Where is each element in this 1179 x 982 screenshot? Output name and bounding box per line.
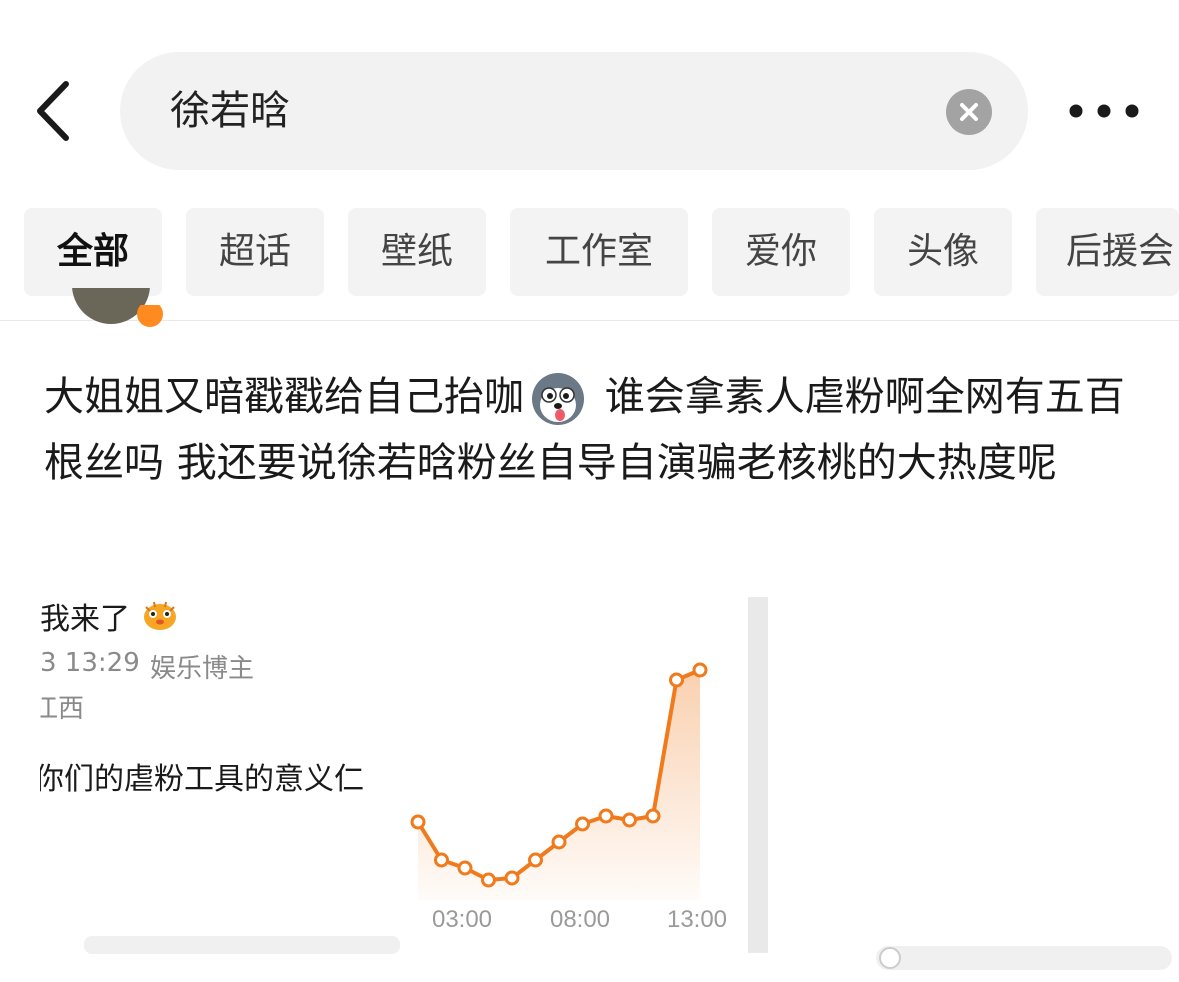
tab-love-you[interactable]: 爱你 bbox=[712, 208, 850, 296]
tab-avatar[interactable]: 头像 bbox=[874, 208, 1012, 296]
chart-point bbox=[551, 834, 567, 850]
husky-emoji-icon bbox=[532, 373, 584, 425]
search-input[interactable]: 徐若晗 bbox=[170, 52, 290, 170]
search-bar[interactable]: 徐若晗 bbox=[120, 52, 1028, 170]
embedded-screenshot: 我来了 3 13:29 娱乐博主 江西 你们的虐粉工具的意义仁 bbox=[40, 590, 410, 962]
clear-search-button[interactable] bbox=[946, 89, 992, 135]
chart-point bbox=[622, 812, 637, 828]
embed-location: 江西 bbox=[40, 694, 85, 724]
embed-post-title: 我来了 bbox=[40, 594, 180, 638]
chart-point bbox=[504, 870, 520, 886]
embed-post-body: 你们的虐粉工具的意义仁 bbox=[40, 762, 364, 797]
verified-badge-icon bbox=[137, 305, 163, 327]
more-dots-icon bbox=[1069, 104, 1139, 118]
embed-account-type: 娱乐博主 bbox=[150, 654, 255, 684]
chart-point bbox=[457, 860, 473, 876]
chart-point bbox=[598, 808, 614, 824]
tab-all[interactable]: 全部 bbox=[24, 208, 162, 296]
chart-point bbox=[434, 852, 449, 868]
close-icon bbox=[960, 103, 978, 121]
chart-x-tick-label: 03:00 bbox=[432, 906, 492, 933]
tab-super-topic[interactable]: 超话 bbox=[186, 208, 324, 296]
chevron-left-icon bbox=[37, 81, 69, 141]
chart-point bbox=[528, 852, 543, 868]
embed-bottom-bar bbox=[84, 936, 400, 954]
post-text-part1: 大姐姐又暗戳戳给自己抬咖 bbox=[44, 374, 524, 420]
chart-point bbox=[645, 808, 661, 824]
tab-divider bbox=[0, 320, 1179, 321]
watermark-icon bbox=[876, 946, 1172, 970]
chart-x-tick-label: 08:00 bbox=[550, 906, 610, 933]
post-content: 大姐姐又暗戳戳给自己抬咖 谁会拿素人虐粉啊全网有五百根丝吗 我还要说徐若晗粉丝自… bbox=[44, 364, 1144, 496]
chart-point bbox=[410, 814, 426, 830]
back-button[interactable] bbox=[30, 76, 80, 146]
tab-fan-club[interactable]: 后援会 bbox=[1036, 208, 1179, 296]
chart-point bbox=[481, 872, 496, 888]
trend-chart: 03:00 08:00 13:00 bbox=[410, 662, 727, 933]
embed-post-time: 3 13:29 bbox=[40, 648, 140, 678]
tab-wallpaper[interactable]: 壁纸 bbox=[348, 208, 486, 296]
tab-studio[interactable]: 工作室 bbox=[510, 208, 688, 296]
more-options-button[interactable] bbox=[1066, 95, 1142, 127]
chart-x-tick-label: 13:00 bbox=[667, 906, 727, 933]
chart-point bbox=[669, 672, 684, 688]
pufferfish-emoji-icon bbox=[143, 601, 176, 630]
chart-scrollbar bbox=[748, 597, 768, 953]
chart-point bbox=[692, 662, 708, 678]
chart-point bbox=[575, 816, 590, 832]
